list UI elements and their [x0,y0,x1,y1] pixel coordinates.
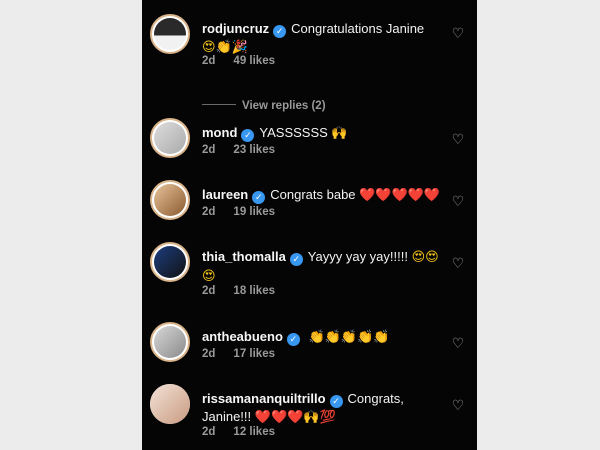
verified-badge-icon: ✓ [273,25,287,38]
like-count[interactable]: 49 likes [233,55,275,67]
verified-badge-icon: ✓ [329,395,343,408]
heart-icon[interactable]: ♡ [451,336,465,350]
heart-icon[interactable]: ♡ [451,256,465,270]
comment-username[interactable]: rissamananquiltrillo [202,391,326,406]
comment-emoji: ❤️❤️❤️❤️❤️ [359,188,441,203]
avatar[interactable] [150,242,190,282]
comment-meta: 2d 12 likes [202,426,275,438]
comment-text: rodjuncruz ✓ Congratulations Janine 😍👏🎉 [202,20,441,57]
comment-username[interactable]: rodjuncruz [202,21,269,36]
comment-time: 2d [202,55,216,67]
comment-username[interactable]: mond [202,125,237,140]
avatar[interactable] [150,180,190,220]
heart-icon[interactable]: ♡ [451,132,465,146]
comment-time: 2d [202,285,216,297]
comment-emoji: 🙌 [331,126,348,141]
heart-icon[interactable]: ♡ [451,26,465,40]
comment-text: thia_thomalla ✓ Yayyy yay yay!!!!! 😍😍😍 [202,248,441,286]
comment-body: Congratulations Janine [291,21,425,36]
comment-meta: 2d 18 likes [202,285,275,297]
verified-badge-icon: ✓ [286,333,300,346]
like-count[interactable]: 23 likes [233,144,275,156]
view-replies-link[interactable]: View replies (2) [202,100,326,112]
comment-time: 2d [202,144,216,156]
comment-username[interactable]: antheabueno [202,329,283,344]
comment-emoji: 👏👏👏👏👏 [308,330,390,345]
avatar[interactable] [150,322,190,362]
verified-badge-icon: ✓ [252,191,266,204]
like-count[interactable]: 17 likes [233,348,275,360]
avatar[interactable] [150,118,190,158]
heart-icon[interactable]: ♡ [451,398,465,412]
comment-time: 2d [202,206,216,218]
avatar[interactable] [150,14,190,54]
like-count[interactable]: 12 likes [233,426,275,438]
avatar[interactable] [150,384,190,424]
comment-time: 2d [202,426,216,438]
comment-meta: 2d 17 likes [202,348,275,360]
comment-time: 2d [202,348,216,360]
comment-text: laureen ✓ Congrats babe ❤️❤️❤️❤️❤️ [202,186,441,205]
comment-text: rissamananquiltrillo ✓ Congrats, Janine!!!… [202,390,441,427]
replies-divider [202,104,236,105]
comment-body: Yayyy yay yay!!!!! [307,249,408,264]
comment-body: YASSSSSS [259,125,328,140]
comment-meta: 2d 19 likes [202,206,275,218]
comment-text: mond ✓ YASSSSSS 🙌 [202,124,441,143]
like-count[interactable]: 19 likes [233,206,275,218]
comment-username[interactable]: laureen [202,187,248,202]
comment-body: Congrats babe [270,187,356,202]
verified-badge-icon: ✓ [289,253,303,266]
view-replies-label: View replies (2) [242,100,326,112]
like-count[interactable]: 18 likes [233,285,275,297]
comment-username[interactable]: thia_thomalla [202,249,286,264]
comment-text: antheabueno ✓ 👏👏👏👏👏 [202,328,441,347]
comment-emoji: 😍👏🎉 [202,40,248,55]
comments-panel: rodjuncruz ✓ Congratulations Janine 😍👏🎉 ♡ … [142,0,477,450]
comment-meta: 2d 23 likes [202,144,275,156]
comment-meta: 2d 49 likes [202,55,275,67]
verified-badge-icon: ✓ [241,129,255,142]
comment-emoji: ❤️❤️❤️🙌💯 [254,410,336,425]
heart-icon[interactable]: ♡ [451,194,465,208]
